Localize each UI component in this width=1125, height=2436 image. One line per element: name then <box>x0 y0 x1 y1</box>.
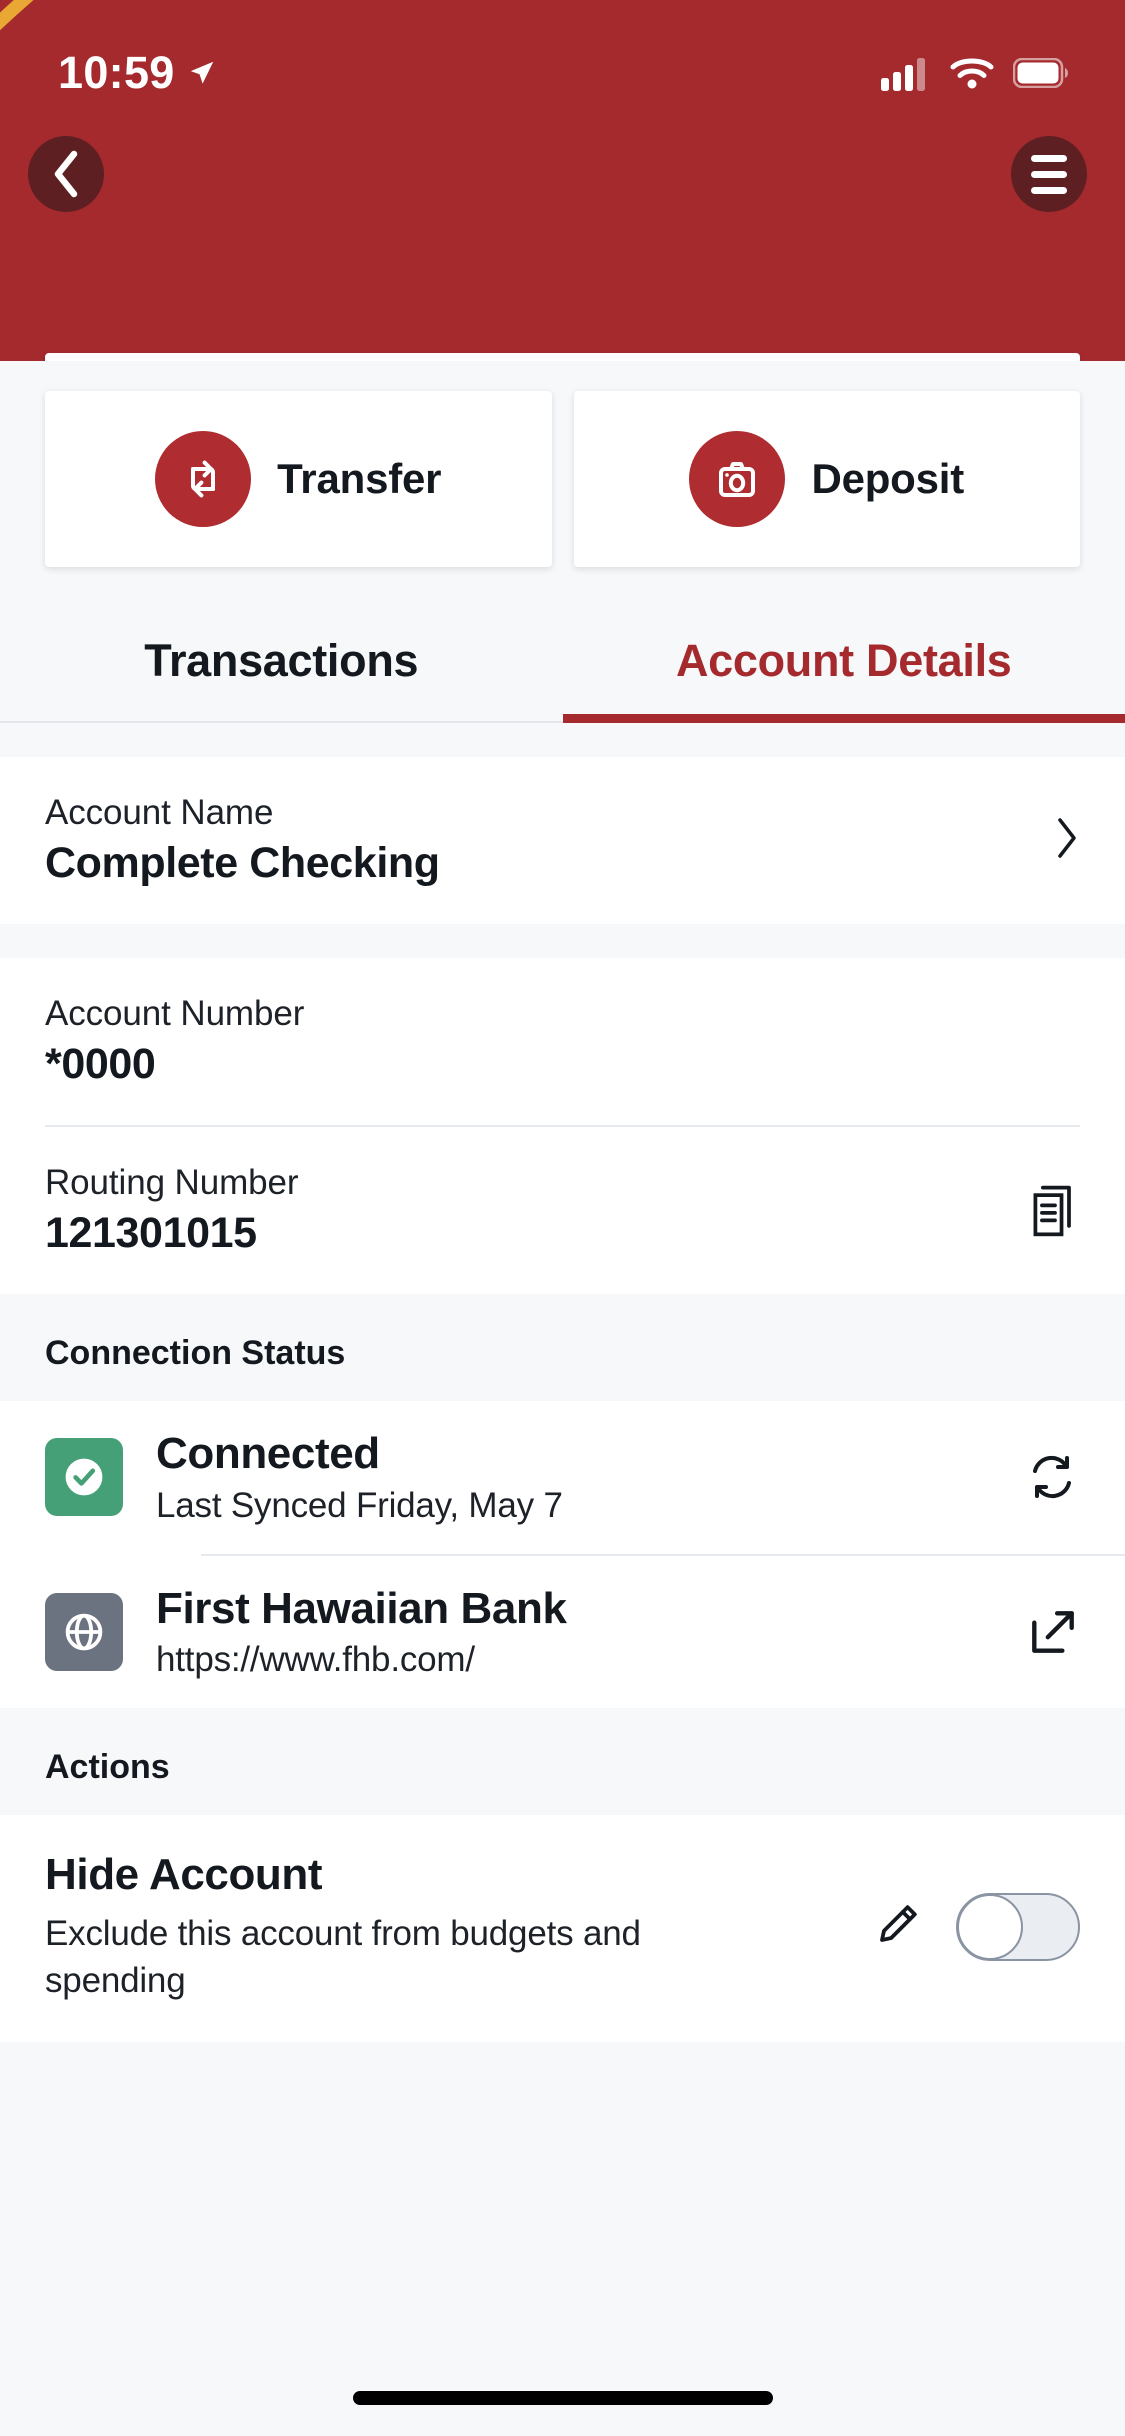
routing-number-body: Routing Number 121301015 <box>45 1163 1010 1258</box>
check-circle-icon <box>45 1438 123 1516</box>
account-name-label: Account Name <box>45 793 1034 833</box>
institution-name: First Hawaiian Bank <box>156 1584 1006 1635</box>
tab-account-details[interactable]: Account Details <box>563 599 1125 721</box>
transfer-arrows-icon <box>155 431 251 527</box>
institution-row[interactable]: First Hawaiian Bank https://www.fhb.com/ <box>0 1556 1125 1709</box>
phone-screen: 10:59 <box>0 0 1125 2436</box>
battery-icon <box>1013 58 1071 88</box>
wifi-icon <box>949 56 995 90</box>
status-time-label: 10:59 <box>58 47 175 99</box>
account-name-value: Complete Checking <box>45 839 1034 888</box>
status-bar-right <box>881 41 1071 91</box>
tab-transactions[interactable]: Transactions <box>0 599 563 721</box>
hamburger-menu-icon <box>1031 155 1067 194</box>
section-gap-1 <box>0 723 1125 757</box>
status-bar: 10:59 <box>0 0 1125 132</box>
actions-header: Actions <box>0 1708 1125 1815</box>
hide-account-description: Exclude this account from budgets and sp… <box>45 1910 685 2005</box>
sync-refresh-icon[interactable] <box>1024 1449 1080 1505</box>
routing-number-value: 121301015 <box>45 1209 1010 1258</box>
connection-status-body: Connected Last Synced Friday, May 7 <box>156 1429 1004 1526</box>
chevron-left-icon <box>49 149 83 199</box>
institution-url: https://www.fhb.com/ <box>156 1640 1006 1680</box>
home-indicator <box>353 2391 773 2405</box>
deposit-button-label: Deposit <box>811 455 964 503</box>
toggle-knob <box>957 1894 1023 1960</box>
connection-status-header: Connection Status <box>0 1294 1125 1401</box>
scrolled-card-stub <box>45 353 1080 361</box>
page-content: Transfer Deposit Transactions Account De… <box>0 361 1125 2436</box>
cellular-signal-icon <box>881 55 931 91</box>
pencil-edit-icon[interactable] <box>874 1900 922 1953</box>
account-name-panel: Account Name Complete Checking <box>0 757 1125 924</box>
hide-account-body: Hide Account Exclude this account from b… <box>45 1849 874 2004</box>
account-number-value: *0000 <box>45 1040 1080 1089</box>
transfer-button-label: Transfer <box>277 455 441 503</box>
copy-icon[interactable] <box>1030 1183 1080 1239</box>
account-number-body: Account Number *0000 <box>45 994 1080 1089</box>
section-gap-2 <box>0 924 1125 958</box>
routing-number-row: Routing Number 121301015 <box>0 1127 1125 1294</box>
connection-last-synced: Last Synced Friday, May 7 <box>156 1486 1004 1526</box>
back-button[interactable] <box>28 136 104 212</box>
status-bar-left: 10:59 <box>58 33 217 99</box>
quick-actions-row: Transfer Deposit <box>0 361 1125 567</box>
header-nav-row <box>0 136 1125 212</box>
chevron-right-icon[interactable] <box>1054 816 1080 865</box>
account-number-label: Account Number <box>45 994 1080 1034</box>
deposit-button[interactable]: Deposit <box>574 391 1081 567</box>
connection-status-row: Connected Last Synced Friday, May 7 <box>0 1401 1125 1554</box>
hide-account-title: Hide Account <box>45 1849 854 1902</box>
menu-button[interactable] <box>1011 136 1087 212</box>
bottom-spacer <box>0 2042 1125 2436</box>
institution-body: First Hawaiian Bank https://www.fhb.com/ <box>156 1584 1006 1681</box>
hide-account-controls <box>874 1893 1080 1961</box>
camera-icon <box>689 431 785 527</box>
routing-number-label: Routing Number <box>45 1163 1010 1203</box>
actions-panel: Hide Account Exclude this account from b… <box>0 1815 1125 2042</box>
account-name-row[interactable]: Account Name Complete Checking <box>0 757 1125 924</box>
location-arrow-icon <box>187 58 217 88</box>
connection-status-title: Connected <box>156 1429 1004 1480</box>
detail-tabs: Transactions Account Details <box>0 599 1125 723</box>
account-number-row: Account Number *0000 <box>0 958 1125 1125</box>
hide-account-toggle[interactable] <box>956 1893 1080 1961</box>
external-link-icon[interactable] <box>1026 1605 1080 1659</box>
app-header: 10:59 <box>0 0 1125 361</box>
account-name-body: Account Name Complete Checking <box>45 793 1034 888</box>
connection-panel: Connected Last Synced Friday, May 7 <box>0 1401 1125 1708</box>
transfer-button[interactable]: Transfer <box>45 391 552 567</box>
hide-account-row: Hide Account Exclude this account from b… <box>0 1815 1125 2042</box>
globe-icon <box>45 1593 123 1671</box>
account-numbers-panel: Account Number *0000 Routing Number 1213… <box>0 958 1125 1294</box>
